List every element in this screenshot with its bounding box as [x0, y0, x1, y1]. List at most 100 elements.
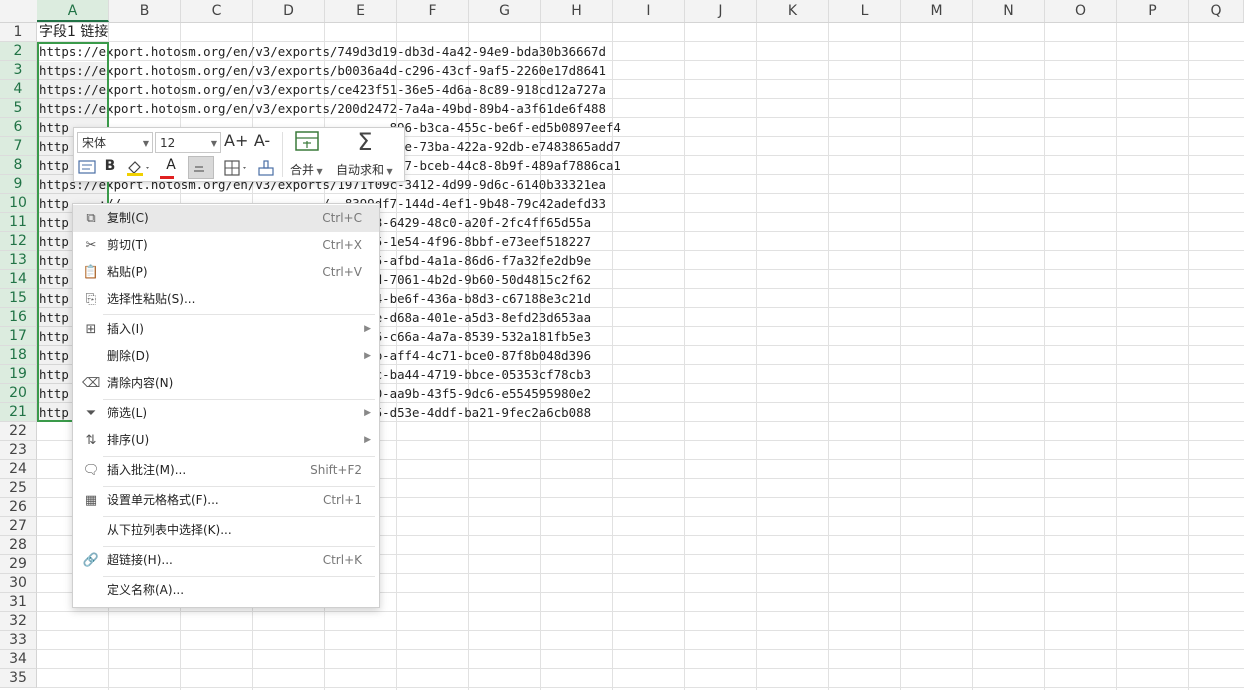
borders-icon[interactable] — [222, 159, 250, 181]
cell-a-url[interactable]: https://export.hotosm.org/en/v3/exports/… — [39, 99, 606, 118]
fill-color-icon[interactable] — [124, 159, 152, 181]
underline-align-icon[interactable] — [188, 156, 214, 179]
column-header-l[interactable]: L — [829, 0, 901, 22]
cell-a-url[interactable]: https://export.hotosm.org/en/v3/exports/… — [39, 42, 606, 61]
row-header[interactable]: 27 — [0, 517, 37, 536]
row-header[interactable]: 6 — [0, 118, 37, 137]
column-header-e[interactable]: E — [325, 0, 397, 22]
row-header[interactable]: 32 — [0, 612, 37, 631]
row-header[interactable]: 34 — [0, 650, 37, 669]
font-color-icon[interactable]: A — [158, 157, 184, 179]
row-header[interactable]: 5 — [0, 99, 37, 118]
cell-a-url[interactable]: https://export.hotosm.org/en/v3/exports/… — [39, 80, 606, 99]
menu-item-copy[interactable]: ⧉ 复制(C) Ctrl+C — [73, 205, 379, 232]
menu-item-label: 设置单元格格式(F)... — [107, 493, 219, 507]
paste-icon: 📋 — [82, 265, 100, 280]
column-header-d[interactable]: D — [253, 0, 325, 22]
menu-item-filter[interactable]: ⏷ 筛选(L) ▶ — [73, 400, 379, 427]
row-header[interactable]: 14 — [0, 270, 37, 289]
row-header[interactable]: 25 — [0, 479, 37, 498]
row-header[interactable]: 15 — [0, 289, 37, 308]
menu-item-insert-comment[interactable]: 🗨 插入批注(M)... Shift+F2 — [73, 457, 379, 484]
menu-item-define-name[interactable]: 定义名称(A)... — [73, 577, 379, 604]
column-header-b[interactable]: B — [109, 0, 181, 22]
column-header-g[interactable]: G — [469, 0, 541, 22]
format-painter-icon[interactable] — [256, 159, 276, 181]
row-header[interactable]: 35 — [0, 669, 37, 688]
menu-item-paste-special[interactable]: ⎘ 选择性粘贴(S)... — [73, 286, 379, 313]
column-header-n[interactable]: N — [973, 0, 1045, 22]
menu-item-format-cells[interactable]: ▦ 设置单元格格式(F)... Ctrl+1 — [73, 487, 379, 514]
row-header[interactable]: 13 — [0, 251, 37, 270]
chevron-right-icon: ▶ — [364, 351, 371, 361]
row-header[interactable]: 26 — [0, 498, 37, 517]
context-menu: ⧉ 复制(C) Ctrl+C ✂ 剪切(T) Ctrl+X 📋 粘贴(P) Ct… — [72, 203, 380, 608]
row-header[interactable]: 8 — [0, 156, 37, 175]
chevron-right-icon: ▶ — [364, 435, 371, 445]
column-header-a[interactable]: A — [37, 0, 109, 22]
autosum-button[interactable]: 自动求和 ▼ — [336, 161, 402, 178]
column-header-o[interactable]: O — [1045, 0, 1117, 22]
cell-a1[interactable]: 字段1 链接 — [39, 23, 108, 42]
row-header[interactable]: 33 — [0, 631, 37, 650]
row-header[interactable]: 20 — [0, 384, 37, 403]
row-header[interactable]: 29 — [0, 555, 37, 574]
column-header-m[interactable]: M — [901, 0, 973, 22]
chevron-right-icon: ▶ — [364, 324, 371, 334]
menu-item-clear[interactable]: ⌫ 清除内容(N) — [73, 370, 379, 397]
wrap-text-icon[interactable] — [77, 159, 97, 179]
row-header[interactable]: 24 — [0, 460, 37, 479]
decrease-font-button[interactable]: A- — [251, 131, 273, 150]
font-size-value: 12 — [160, 136, 176, 150]
increase-font-button[interactable]: A+ — [224, 131, 248, 150]
font-size-select[interactable]: 12 ▼ — [155, 132, 221, 153]
column-header-f[interactable]: F — [397, 0, 469, 22]
font-color-glyph: A — [166, 157, 176, 173]
column-header-q[interactable]: Q — [1189, 0, 1244, 22]
column-header-k[interactable]: K — [757, 0, 829, 22]
menu-item-shortcut: Ctrl+1 — [322, 493, 362, 507]
menu-item-paste[interactable]: 📋 粘贴(P) Ctrl+V — [73, 259, 379, 286]
merge-icon[interactable] — [290, 130, 324, 156]
menu-item-delete[interactable]: 删除(D) ▶ — [73, 343, 379, 370]
insert-icon: ⊞ — [85, 322, 97, 337]
row-header[interactable]: 11 — [0, 213, 37, 232]
row-header[interactable]: 22 — [0, 422, 37, 441]
row-header[interactable]: 30 — [0, 574, 37, 593]
menu-item-cut[interactable]: ✂ 剪切(T) Ctrl+X — [73, 232, 379, 259]
cell-a-url[interactable]: https://export.hotosm.org/en/v3/exports/… — [39, 61, 606, 80]
row-header[interactable]: 16 — [0, 308, 37, 327]
column-header-c[interactable]: C — [181, 0, 253, 22]
row-header[interactable]: 19 — [0, 365, 37, 384]
column-header-p[interactable]: P — [1117, 0, 1189, 22]
mini-toolbar: 宋体 ▼ 12 ▼ A+ A- Σ B A 合并 ▼ 自动求和 ▼ — [73, 127, 405, 182]
menu-item-label: 选择性粘贴(S)... — [107, 292, 196, 306]
column-header-h[interactable]: H — [541, 0, 613, 22]
font-name-select[interactable]: 宋体 ▼ — [77, 132, 153, 153]
row-header[interactable]: 1 — [0, 23, 37, 42]
autosum-icon[interactable]: Σ — [350, 128, 380, 156]
row-header[interactable]: 4 — [0, 80, 37, 99]
row-header[interactable]: 9 — [0, 175, 37, 194]
row-header[interactable]: 28 — [0, 536, 37, 555]
column-header-j[interactable]: J — [685, 0, 757, 22]
menu-item-insert[interactable]: ⊞ 插入(I) ▶ — [73, 316, 379, 343]
menu-item-hyperlink[interactable]: 🔗 超链接(H)... Ctrl+K — [73, 547, 379, 574]
menu-item-shortcut: Ctrl+X — [322, 238, 362, 252]
row-header[interactable]: 3 — [0, 61, 37, 80]
row-header[interactable]: 18 — [0, 346, 37, 365]
row-header[interactable]: 23 — [0, 441, 37, 460]
row-header[interactable]: 12 — [0, 232, 37, 251]
row-header[interactable]: 21 — [0, 403, 37, 422]
bold-button[interactable]: B — [102, 158, 118, 174]
row-header[interactable]: 10 — [0, 194, 37, 213]
column-header-i[interactable]: I — [613, 0, 685, 22]
row-header[interactable]: 31 — [0, 593, 37, 612]
chevron-right-icon: ▶ — [364, 408, 371, 418]
menu-item-pick-from-list[interactable]: 从下拉列表中选择(K)... — [73, 517, 379, 544]
row-header[interactable]: 2 — [0, 42, 37, 61]
row-header[interactable]: 17 — [0, 327, 37, 346]
merge-button[interactable]: 合并 ▼ — [290, 161, 330, 178]
menu-item-sort[interactable]: ⇅ 排序(U) ▶ — [73, 427, 379, 454]
row-header[interactable]: 7 — [0, 137, 37, 156]
